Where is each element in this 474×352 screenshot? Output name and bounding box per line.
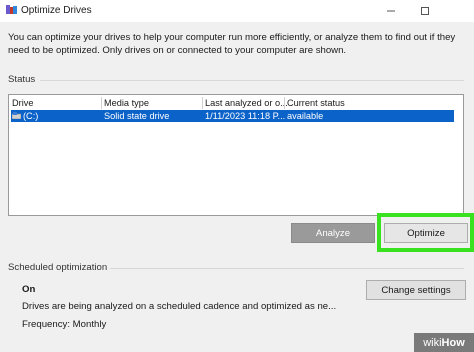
column-divider[interactable] bbox=[202, 97, 203, 109]
defrag-app-icon bbox=[6, 5, 17, 14]
minimize-icon bbox=[387, 10, 395, 12]
change-settings-button[interactable]: Change settings bbox=[366, 280, 466, 300]
column-header-drive[interactable]: Drive bbox=[12, 98, 33, 108]
maximize-button[interactable] bbox=[410, 0, 440, 22]
column-divider[interactable] bbox=[101, 97, 102, 109]
schedule-state: On bbox=[22, 284, 36, 295]
cell-last-analyzed: 1/11/2023 11:18 P... bbox=[205, 111, 286, 121]
cell-media-type: Solid state drive bbox=[104, 111, 170, 121]
description-text: You can optimize your drives to help you… bbox=[8, 32, 456, 56]
drive-icon bbox=[12, 112, 21, 119]
schedule-frequency: Frequency: Monthly bbox=[22, 319, 107, 330]
analyze-button[interactable]: Analyze bbox=[291, 223, 375, 243]
cell-current-status: available bbox=[287, 111, 324, 121]
status-section-label: Status bbox=[8, 74, 36, 85]
status-separator bbox=[40, 80, 464, 81]
column-header-current-status[interactable]: Current status bbox=[287, 98, 345, 108]
wikihow-watermark: wiki How bbox=[414, 333, 474, 352]
column-header-media-type[interactable]: Media type bbox=[104, 98, 149, 108]
title-bar: Optimize Drives bbox=[0, 0, 474, 22]
watermark-suffix: How bbox=[441, 336, 465, 349]
scheduled-section-label: Scheduled optimization bbox=[8, 262, 108, 273]
minimize-button[interactable] bbox=[376, 0, 406, 22]
table-row[interactable]: (C:) Solid state drive 1/11/2023 11:18 P… bbox=[11, 110, 454, 122]
optimize-highlight-box bbox=[377, 213, 474, 252]
watermark-prefix: wiki bbox=[423, 336, 442, 349]
schedule-detail: Drives are being analyzed on a scheduled… bbox=[22, 301, 337, 312]
window-title: Optimize Drives bbox=[21, 5, 92, 16]
maximize-icon bbox=[421, 7, 429, 15]
column-header-last-analyzed[interactable]: Last analyzed or o... bbox=[205, 98, 288, 108]
column-divider[interactable] bbox=[284, 97, 285, 109]
cell-drive: (C:) bbox=[23, 111, 39, 121]
scheduled-separator bbox=[110, 268, 464, 269]
drive-list[interactable]: Drive Media type Last analyzed or o... C… bbox=[8, 94, 464, 216]
